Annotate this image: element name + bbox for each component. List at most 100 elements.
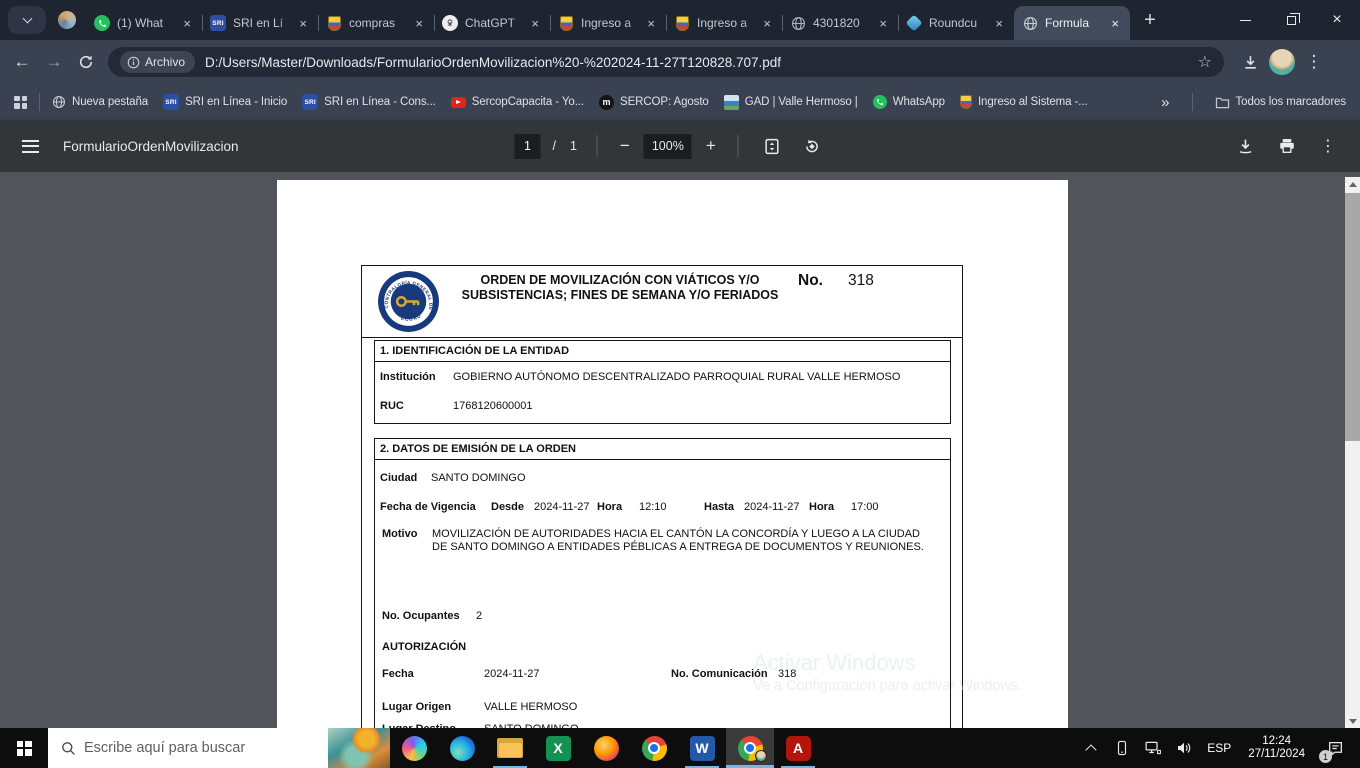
bookmark-gad-valle-hermoso[interactable]: GAD | Valle Hermoso | <box>723 94 858 110</box>
page-separator: / <box>552 139 556 153</box>
back-button[interactable]: ← <box>6 46 38 78</box>
new-tab-button[interactable]: + <box>1136 6 1164 34</box>
search-input[interactable] <box>84 740 328 756</box>
minimize-button[interactable] <box>1222 0 1268 40</box>
tab-close-icon[interactable]: × <box>180 16 194 31</box>
taskbar-search[interactable] <box>48 728 390 768</box>
phone-icon <box>1118 740 1127 756</box>
start-button[interactable] <box>0 728 48 768</box>
pdf-download-button[interactable] <box>1230 131 1260 161</box>
browser-menu-button[interactable]: ⋮ <box>1298 46 1330 78</box>
pdf-menu-icon[interactable] <box>22 139 39 153</box>
taskbar-copilot-button[interactable] <box>390 728 438 768</box>
all-bookmarks-button[interactable]: Todos los marcadores <box>1215 96 1346 109</box>
pdf-toolbar-right: ⋮ <box>1230 131 1342 161</box>
tab-ingreso-2[interactable]: Ingreso a × <box>666 6 782 40</box>
bookmark-items: Nueva pestaña SRI SRI en Línea - Inicio … <box>52 94 1153 110</box>
bookmark-sercopcapacita[interactable]: SercopCapacita - Yo... <box>450 96 584 108</box>
apps-grid-icon[interactable] <box>14 95 27 109</box>
tab-ingreso-1[interactable]: Ingreso a × <box>550 6 666 40</box>
reload-button[interactable] <box>70 46 102 78</box>
search-highlight-image[interactable] <box>328 728 390 768</box>
hidden-icons-button[interactable] <box>1079 733 1103 763</box>
bookmark-sri-inicio[interactable]: SRI SRI en Línea - Inicio <box>163 94 287 110</box>
fit-page-button[interactable] <box>757 131 787 161</box>
downloads-button[interactable] <box>1234 46 1266 78</box>
tab-close-icon[interactable]: × <box>296 16 310 31</box>
close-window-button[interactable]: × <box>1314 0 1360 40</box>
pdf-toolbar: FormularioOrdenMovilizacion / 1 − 100% + <box>0 120 1360 172</box>
pdf-more-button[interactable]: ⋮ <box>1314 136 1342 156</box>
tab-title: 4301820 <box>813 16 860 30</box>
tab-sri[interactable]: SRI SRI en Lí × <box>202 6 318 40</box>
motivo-value: MOVILIZACIÓN DE AUTORIDADES HACIA EL CAN… <box>432 528 924 553</box>
bookmark-star-icon[interactable]: ☆ <box>1198 52 1212 72</box>
tab-formulario-active[interactable]: Formula × <box>1014 6 1130 40</box>
taskbar-chrome-button[interactable] <box>630 728 678 768</box>
clock[interactable]: 12:24 27/11/2024 <box>1242 735 1311 761</box>
language-indicator[interactable]: ESP <box>1203 741 1235 755</box>
scrollbar[interactable] <box>1345 177 1360 728</box>
tab-close-icon[interactable]: × <box>876 16 890 31</box>
page-number-input[interactable] <box>514 133 541 159</box>
file-scheme-label: Archivo <box>145 55 186 69</box>
taskbar-chrome-active-button[interactable] <box>726 728 774 768</box>
bookmarks-overflow-button[interactable]: » <box>1161 94 1169 111</box>
institucion-value: GOBIERNO AUTÓNOMO DESCENTRALIZADO PARROQ… <box>453 371 901 383</box>
tray-device-button[interactable] <box>1110 733 1134 763</box>
divider <box>737 135 739 157</box>
tabs: (1) What × SRI SRI en Lí × compras × Cha… <box>86 0 1130 40</box>
window-controls: × <box>1222 0 1360 40</box>
tab-roundcube[interactable]: Roundcu × <box>898 6 1014 40</box>
sri-icon: SRI <box>163 94 180 110</box>
tab-close-icon[interactable]: × <box>528 16 542 31</box>
download-icon <box>1244 55 1256 69</box>
tab-close-icon[interactable]: × <box>1108 16 1122 31</box>
bookmark-whatsapp[interactable]: WhatsApp <box>872 95 945 109</box>
rotate-button[interactable] <box>797 131 827 161</box>
tab-close-icon[interactable]: × <box>992 16 1006 31</box>
taskbar-word-button[interactable]: W <box>678 728 726 768</box>
taskbar-firefox-button[interactable] <box>582 728 630 768</box>
bookmark-ingreso-sistema[interactable]: Ingreso al Sistema -... <box>959 95 1088 109</box>
action-center-button[interactable]: 1 <box>1318 731 1352 765</box>
taskbar-excel-button[interactable]: X <box>534 728 582 768</box>
tab-4301820[interactable]: 4301820 × <box>782 6 898 40</box>
tab-compras[interactable]: compras × <box>318 6 434 40</box>
pdf-title: FormularioOrdenMovilizacion <box>63 138 239 154</box>
url-text[interactable]: D:/Users/Master/Downloads/FormularioOrde… <box>205 55 1190 70</box>
bookmark-nueva-pestana[interactable]: Nueva pestaña <box>52 95 148 109</box>
scrollbar-thumb[interactable] <box>1345 193 1360 441</box>
roundcube-icon <box>905 14 923 32</box>
tab-close-icon[interactable]: × <box>412 16 426 31</box>
sri-icon: SRI <box>302 94 319 110</box>
divider <box>39 93 40 111</box>
taskbar-explorer-button[interactable] <box>486 728 534 768</box>
taskbar-edge-button[interactable] <box>438 728 486 768</box>
network-button[interactable] <box>1141 733 1165 763</box>
document-header: CONTRALORÍA GENERAL DEL ESTADO ECUADOR O… <box>362 266 962 338</box>
tab-whatsapp[interactable]: (1) What × <box>86 6 202 40</box>
volume-button[interactable] <box>1172 733 1196 763</box>
restore-button[interactable] <box>1268 0 1314 40</box>
zoom-out-button[interactable]: − <box>616 136 634 156</box>
scroll-up-button[interactable] <box>1345 177 1360 191</box>
bookmark-sercop-agosto[interactable]: m SERCOP: Agosto <box>599 94 709 110</box>
pdf-print-button[interactable] <box>1272 131 1302 161</box>
profile-avatar[interactable] <box>1266 46 1298 78</box>
forward-button[interactable]: → <box>38 46 70 78</box>
taskbar-acrobat-button[interactable]: A <box>774 728 822 768</box>
bookmark-sri-consultas[interactable]: SRI SRI en Línea - Cons... <box>302 94 436 110</box>
tab-close-icon[interactable]: × <box>644 16 658 31</box>
site-info-chip[interactable]: Archivo <box>120 51 196 73</box>
document-title: ORDEN DE MOVILIZACIÓN CON VIÁTICOS Y/O S… <box>461 273 779 302</box>
tab-chatgpt[interactable]: ChatGPT × <box>434 6 550 40</box>
tab-close-icon[interactable]: × <box>760 16 774 31</box>
scroll-down-button[interactable] <box>1345 714 1360 728</box>
pinned-tab-favicon[interactable] <box>58 11 76 29</box>
tab-search-button[interactable] <box>8 6 46 34</box>
pdf-viewer: CONTRALORÍA GENERAL DEL ESTADO ECUADOR O… <box>0 172 1360 728</box>
zoom-in-button[interactable]: + <box>702 136 720 156</box>
fecha-value: 2024-11-27 <box>484 668 540 680</box>
url-field[interactable]: Archivo D:/Users/Master/Downloads/Formul… <box>108 47 1224 77</box>
